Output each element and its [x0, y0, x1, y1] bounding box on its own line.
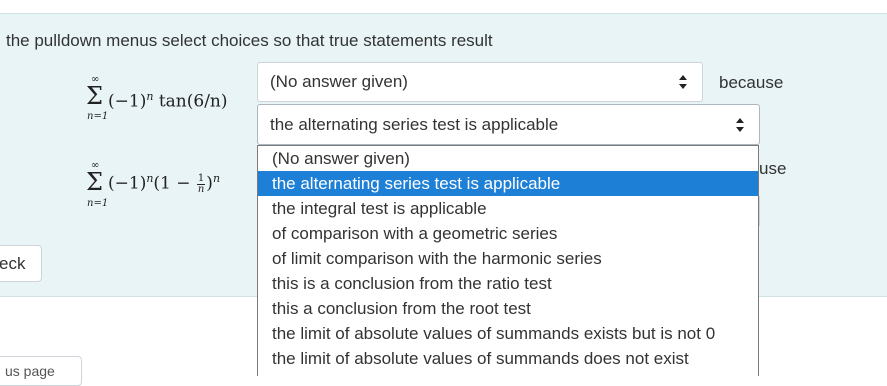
because-label-2: use: [759, 159, 787, 178]
conclusion-select-1-value: (No answer given): [270, 72, 408, 91]
dropdown-option[interactable]: this is a conclusion from the ratio test: [258, 271, 758, 296]
dropdown-option[interactable]: (No answer given): [258, 146, 758, 171]
because-label-1: because: [719, 73, 784, 92]
check-button[interactable]: eck: [0, 245, 42, 282]
dropdown-option[interactable]: the limit of absolute values of summands…: [258, 346, 758, 371]
previous-page-button[interactable]: us page: [0, 356, 82, 386]
select-arrows-icon: [678, 75, 688, 89]
series-2-outer-exponent: n: [212, 172, 221, 185]
reason-select-1-value: the alternating series test is applicabl…: [270, 114, 559, 134]
select-arrows-icon: [735, 117, 745, 132]
fraction-numerator: 1: [196, 172, 206, 185]
series-1-lower-limit: n=1: [87, 111, 109, 122]
dropdown-option[interactable]: of comparison with a geometric series: [258, 221, 758, 246]
series-1-term: (−1)n tan(6/n): [108, 90, 228, 112]
series-2-term-close: ): [206, 173, 213, 194]
instructions-text: the pulldown menus select choices so tha…: [6, 31, 493, 50]
series-2-term-paren: (1 −: [153, 173, 196, 194]
conclusion-select-1[interactable]: (No answer given): [257, 62, 703, 102]
series-2-lower-limit: n=1: [87, 198, 109, 209]
series-1-sigma: Σ: [86, 82, 103, 110]
dropdown-option[interactable]: of limit comparison with the harmonic se…: [258, 246, 758, 271]
series-1-term-base: (−1): [108, 91, 147, 112]
dropdown-option[interactable]: the limit of absolute values of summands…: [258, 321, 758, 346]
series-2-term-base: (−1): [108, 173, 147, 194]
fraction-denominator: n: [197, 183, 205, 195]
reason-select-1[interactable]: the alternating series test is applicabl…: [257, 104, 760, 145]
series-1: ∞ Σ n=1 (−1)n tan(6/n): [86, 74, 256, 124]
dropdown-option[interactable]: this a conclusion from the root test: [258, 296, 758, 321]
reason-dropdown-list[interactable]: (No answer given) the alternating series…: [257, 145, 759, 376]
series-2: ∞ Σ n=1 (−1)n(1 − 1 n)n: [86, 160, 256, 216]
series-2-sigma: Σ: [86, 168, 103, 196]
series-2-fraction: 1n: [196, 172, 206, 195]
series-2-term: (−1)n(1 − 1 n)n: [108, 172, 220, 195]
dropdown-option[interactable]: the integral test is applicable: [258, 196, 758, 221]
dropdown-option-selected[interactable]: the alternating series test is applicabl…: [258, 171, 758, 196]
series-1-term-function: tan(6/n): [153, 91, 228, 112]
